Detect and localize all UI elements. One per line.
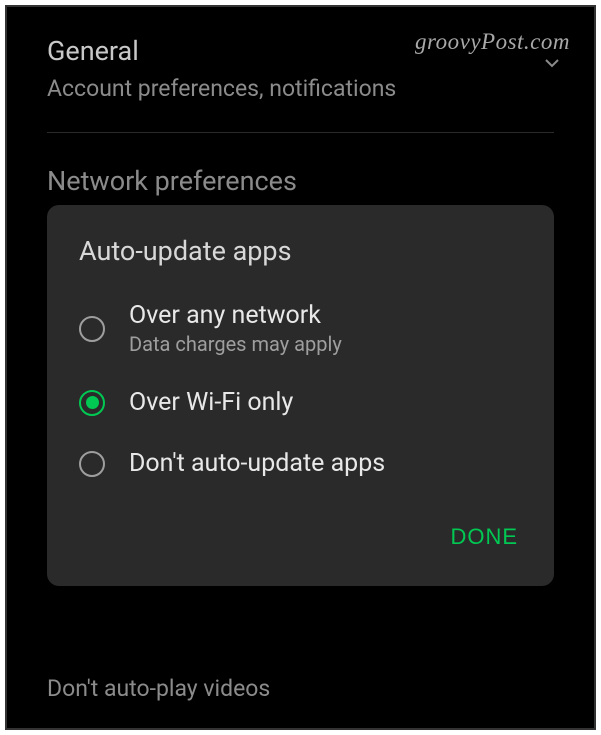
section-subtitle: Account preferences, notifications [47,75,554,102]
section-title-network: Network preferences [47,165,554,197]
phone-screen: General Account preferences, notificatio… [5,5,596,730]
done-button[interactable]: DONE [446,516,522,558]
option-label: Don't auto-update apps [129,449,522,478]
option-label: Over Wi-Fi only [129,388,522,417]
watermark: groovyPost.com [415,29,570,55]
option-sublabel: Data charges may apply [129,332,522,356]
option-label: Over any network [129,301,522,330]
option-text: Over Wi-Fi only [129,388,522,417]
autoplay-setting-text: Don't auto-play videos [47,675,270,702]
dialog-actions: DONE [47,494,554,574]
dialog-title: Auto-update apps [47,235,554,285]
radio-selected-icon [79,390,105,416]
option-over-any-network[interactable]: Over any network Data charges may apply [47,285,554,372]
radio-unselected-icon [79,316,105,342]
option-text: Over any network Data charges may apply [129,301,522,356]
radio-unselected-icon [79,451,105,477]
option-dont-auto-update[interactable]: Don't auto-update apps [47,433,554,494]
option-over-wifi-only[interactable]: Over Wi-Fi only [47,372,554,433]
radio-inner-dot [86,396,99,409]
auto-update-dialog: Auto-update apps Over any network Data c… [47,205,554,586]
option-text: Don't auto-update apps [129,449,522,478]
divider [47,132,554,133]
